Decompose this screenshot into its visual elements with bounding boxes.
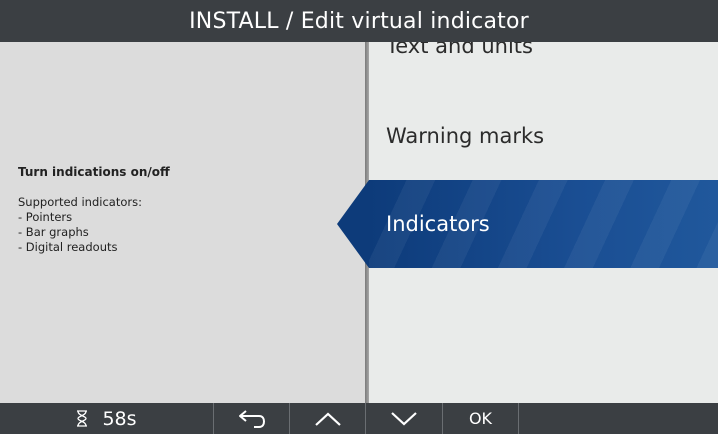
down-button[interactable] — [366, 403, 443, 434]
selection-pointer-icon — [337, 180, 369, 268]
empty-softkey — [519, 403, 718, 434]
menu-list[interactable]: Text and units Warning marks Indicators — [369, 42, 718, 403]
timeout-text: 58s — [102, 407, 137, 430]
menu-item-label: Text and units — [386, 42, 533, 58]
hourglass-icon — [77, 410, 88, 427]
up-button[interactable] — [290, 403, 366, 434]
chevron-up-icon — [314, 412, 341, 426]
help-line: - Digital readouts — [18, 240, 118, 254]
help-line: - Pointers — [18, 210, 73, 224]
back-arrow-icon — [238, 409, 265, 428]
title-bar: INSTALL / Edit virtual indicator — [0, 0, 718, 42]
menu-item-text-and-units[interactable]: Text and units — [369, 42, 718, 90]
chevron-down-icon — [391, 411, 417, 425]
menu-item-warning-marks[interactable]: Warning marks — [369, 92, 718, 180]
help-panel: Turn indications on/off Supported indica… — [0, 42, 365, 403]
menu-item-label: Warning marks — [386, 124, 545, 148]
bottom-toolbar: 58s OK — [0, 403, 718, 434]
page-title: INSTALL / Edit virtual indicator — [189, 8, 529, 34]
help-line: Supported indicators: — [18, 195, 142, 209]
help-text: Turn indications on/off Supported indica… — [18, 165, 348, 255]
ok-button[interactable]: OK — [443, 403, 519, 434]
back-button[interactable] — [214, 403, 290, 434]
menu-item-indicators[interactable]: Indicators — [369, 180, 718, 268]
ok-label: OK — [468, 409, 493, 428]
help-heading: Turn indications on/off — [18, 165, 170, 179]
menu-item-label: Indicators — [386, 212, 490, 236]
timeout-indicator: 58s — [0, 403, 214, 434]
help-line: - Bar graphs — [18, 225, 89, 239]
